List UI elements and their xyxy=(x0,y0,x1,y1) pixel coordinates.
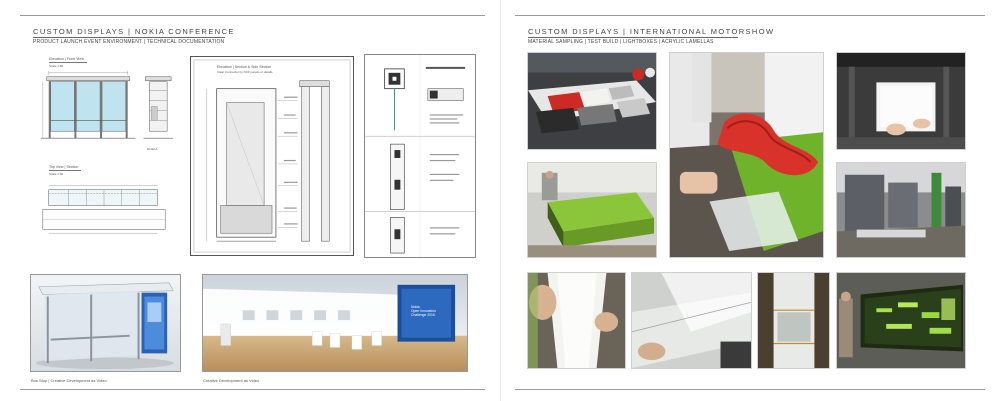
stand-caption: Creative Development as Video xyxy=(203,378,260,383)
stand-render: Nokia Open Innovation Challenge 2016 xyxy=(202,274,468,372)
photo-acrylic-lamella xyxy=(757,272,830,369)
left-page-title: CUSTOM DISPLAYS | NOKIA CONFERENCE xyxy=(33,27,235,36)
photo-material-samples xyxy=(527,52,657,150)
left-title-underline xyxy=(33,37,225,38)
spread-divider xyxy=(500,0,501,401)
top-view-scale: Scale 1:50 xyxy=(49,172,64,176)
photo-overhead-install xyxy=(836,52,966,150)
right-page-subtitle: MATERIAL SAMPLING | TEST BUILD | LIGHTBO… xyxy=(528,39,714,45)
left-top-rule xyxy=(20,15,485,16)
side-section-drawing xyxy=(193,59,351,253)
drawing-sheet-details xyxy=(364,54,476,258)
top-view-title-underline xyxy=(49,170,81,171)
photo-acrylic-hands xyxy=(527,272,626,369)
top-view-title: Top View | Section xyxy=(49,165,79,169)
stand-screen-text: Nokia Open Innovation Challenge 2016 xyxy=(411,305,436,318)
right-top-rule xyxy=(515,15,985,16)
drawing-sheet-front-top: Elevation | Front View Scale 1:50 Detail… xyxy=(28,50,180,256)
photo-acrylic-sheets xyxy=(631,272,752,369)
bus-stop-caption: Bus Stop | Creative Development as Video xyxy=(31,378,107,383)
photo-green-lightbox xyxy=(527,162,657,258)
stand-screen-line-3: Challenge 2016 xyxy=(411,313,435,318)
photo-workshop xyxy=(836,162,966,258)
bus-stop-render xyxy=(30,274,181,372)
front-elevation-drawing xyxy=(40,70,174,234)
left-page-subtitle: PRODUCT LAUNCH EVENT ENVIRONMENT | TECHN… xyxy=(33,39,225,45)
side-detail-note: Detail A xyxy=(147,147,158,151)
right-title-underline xyxy=(528,37,738,38)
drawing-sheet-section: Elevation | Section & Side Section Clear… xyxy=(190,56,354,256)
right-bottom-rule xyxy=(515,389,985,390)
right-page-title: CUSTOM DISPLAYS | INTERNATIONAL MOTORSHO… xyxy=(528,27,775,36)
photo-assembly xyxy=(669,52,824,258)
detail-drawings xyxy=(365,55,475,257)
left-bottom-rule xyxy=(20,389,485,390)
photo-lightbox-wall xyxy=(836,272,966,369)
